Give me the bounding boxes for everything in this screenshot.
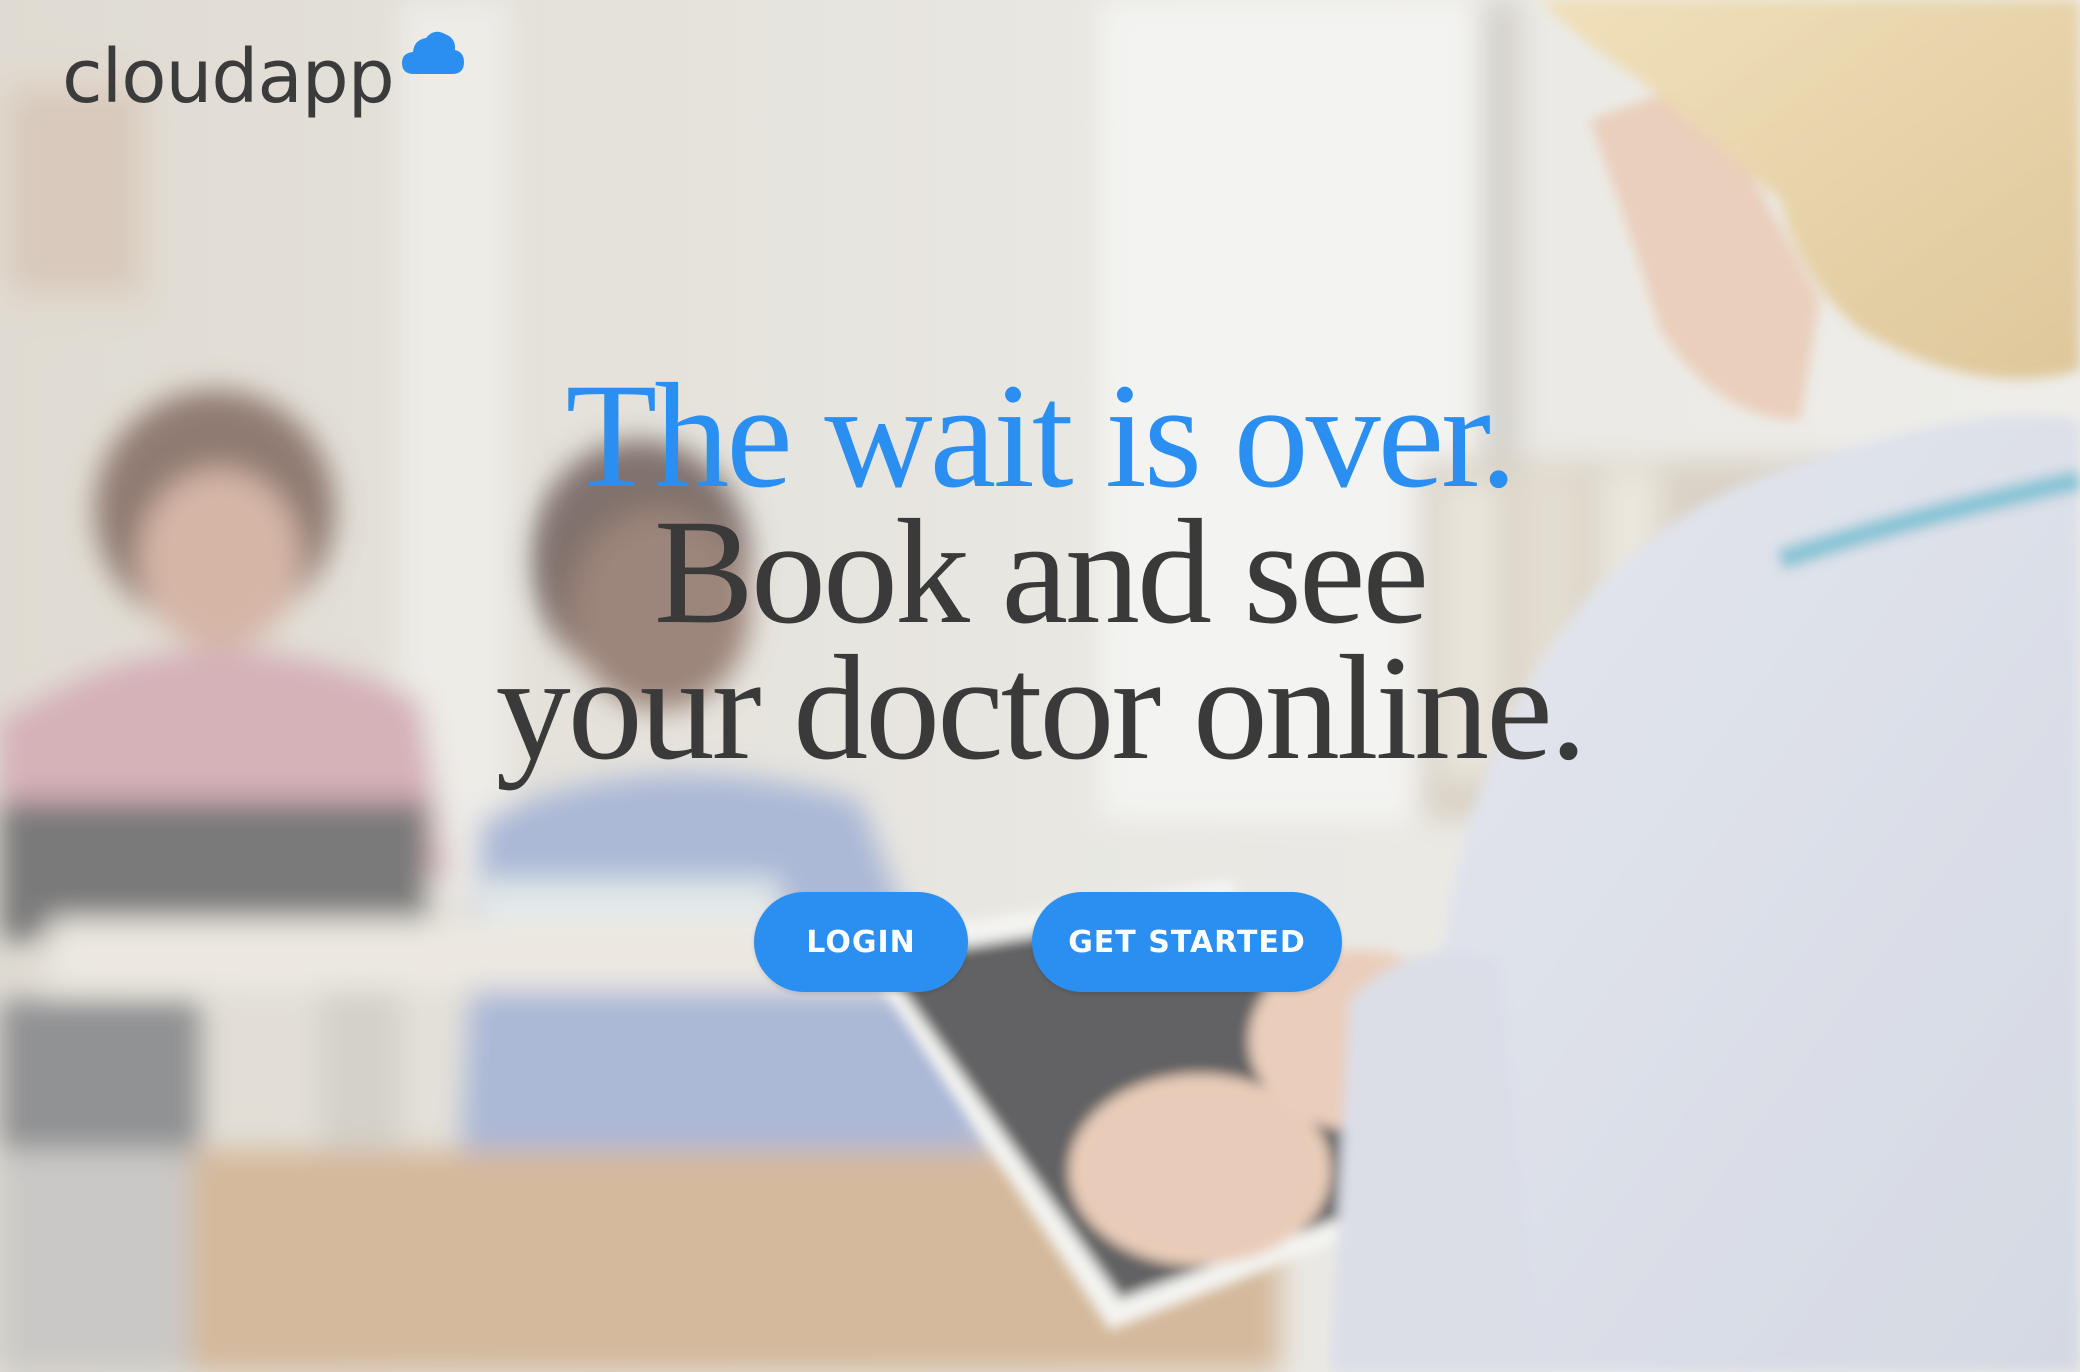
cloud-icon [402, 31, 464, 74]
get-started-button[interactable]: GET STARTED [1032, 892, 1342, 992]
logo-wordmark: cloudapp [62, 34, 395, 120]
login-button[interactable]: LOGIN [754, 892, 968, 992]
headline-line-2: Book and see [653, 489, 1429, 655]
headline-accent: The wait is over. [565, 353, 1518, 519]
cta-buttons: LOGIN GET STARTED [0, 892, 2080, 992]
headline-line-3: your doctor online. [495, 625, 1588, 791]
cloudapp-logo[interactable]: cloudapp [62, 28, 482, 138]
hero-headline: The wait is over. Book and see your doct… [0, 353, 2080, 791]
